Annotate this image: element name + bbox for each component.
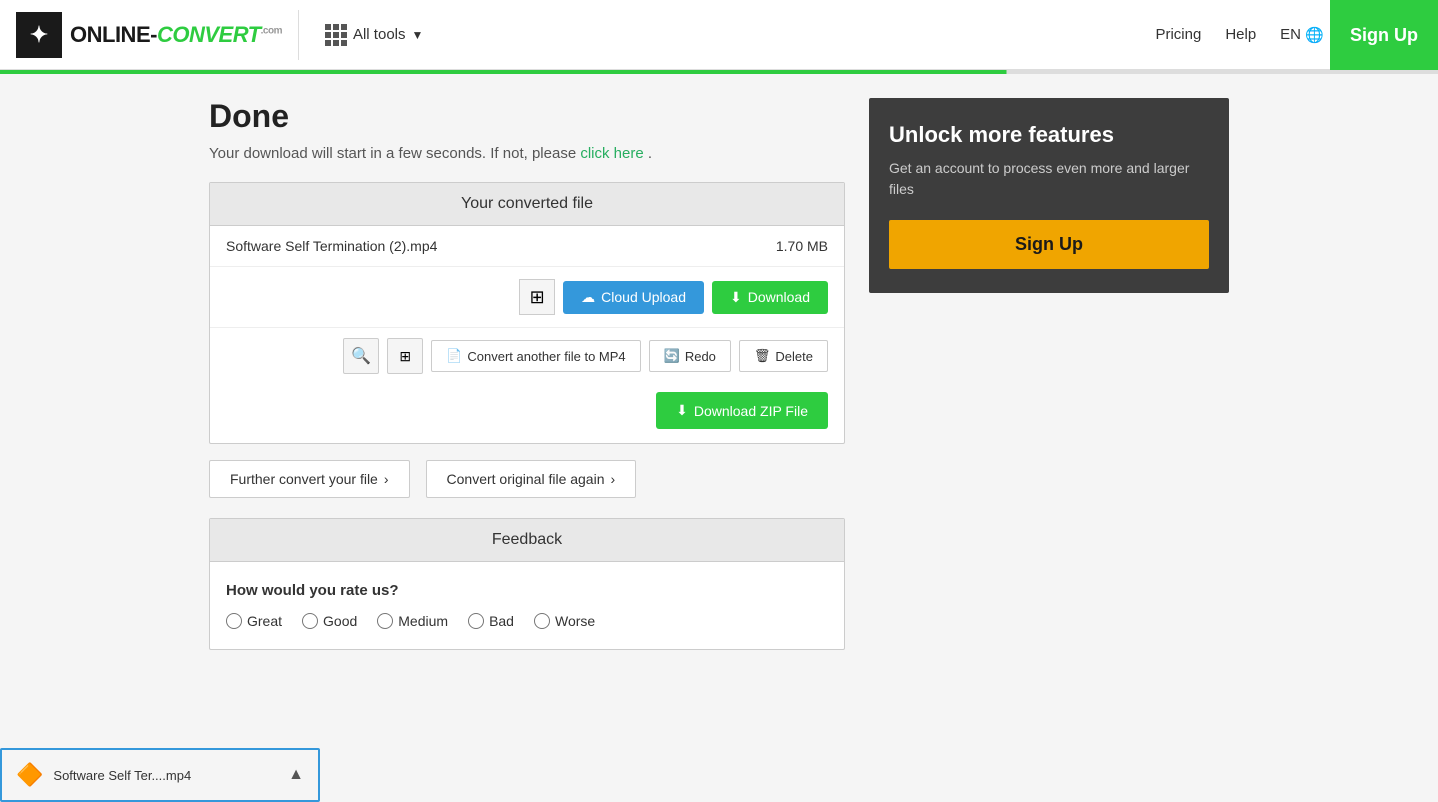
chevron-right-icon: › — [384, 471, 389, 487]
sidebar: Unlock more features Get an account to p… — [869, 98, 1229, 650]
logo[interactable]: ✦ ONLINE-CONVERT.com — [16, 12, 282, 58]
main-content: Done Your download will start in a few s… — [169, 74, 1269, 674]
radio-medium[interactable] — [377, 613, 393, 629]
logo-text: ONLINE-CONVERT.com — [70, 22, 282, 48]
search-button[interactable]: 🔍 — [343, 338, 379, 374]
unlock-desc: Get an account to process even more and … — [889, 158, 1209, 200]
radio-worse[interactable] — [534, 613, 550, 629]
pricing-link[interactable]: Pricing — [1155, 26, 1201, 43]
qr-small-button[interactable]: ⊞ — [387, 338, 423, 374]
action-row: ⊞ ☁ Cloud Upload ⬇ Download — [210, 267, 844, 328]
download-icon: ⬇ — [730, 289, 742, 306]
subtitle: Your download will start in a few second… — [209, 145, 845, 162]
vlc-icon: 🔶 — [16, 762, 43, 788]
header-divider — [298, 10, 299, 60]
feedback-box: Feedback How would you rate us? Great Go… — [209, 518, 845, 650]
unlock-title: Unlock more features — [889, 122, 1209, 148]
radio-good[interactable] — [302, 613, 318, 629]
page-title: Done — [209, 98, 845, 135]
qr-small-icon: ⊞ — [399, 348, 411, 365]
language-button[interactable]: EN 🌐 — [1280, 26, 1324, 44]
trash-icon: 🗑 — [754, 348, 771, 364]
cloud-upload-button[interactable]: ☁ Cloud Upload — [563, 281, 704, 314]
radio-bad[interactable] — [468, 613, 484, 629]
file-name: Software Self Termination (2).mp4 — [226, 238, 437, 254]
further-row: Further convert your file › Convert orig… — [209, 460, 845, 498]
feedback-body: How would you rate us? Great Good Medium — [210, 562, 844, 649]
converted-file-box: Your converted file Software Self Termin… — [209, 182, 845, 444]
feedback-header: Feedback — [210, 519, 844, 562]
header: ✦ ONLINE-CONVERT.com All tools ▼ Pricing… — [0, 0, 1438, 70]
download-bar: 🔶 Software Self Ter....mp4 ▲ — [0, 748, 320, 802]
globe-icon: 🌐 — [1305, 26, 1324, 44]
search-icon: 🔍 — [351, 346, 371, 366]
content-area: Done Your download will start in a few s… — [209, 98, 845, 650]
redo-icon: 🔄 — [664, 348, 680, 364]
all-tools-label: All tools — [353, 26, 406, 43]
delete-button[interactable]: 🗑 Delete — [739, 340, 828, 372]
download-button[interactable]: ⬇ Download — [712, 281, 828, 314]
file-info-row: Software Self Termination (2).mp4 1.70 M… — [210, 226, 844, 267]
file-icon: 📄 — [446, 348, 462, 364]
rating-good[interactable]: Good — [302, 613, 357, 629]
grid-icon — [325, 24, 347, 46]
redo-button[interactable]: 🔄 Redo — [649, 340, 731, 372]
rating-radio-group: Great Good Medium Bad — [226, 613, 828, 629]
chevron-right-icon-2: › — [611, 471, 616, 487]
unlock-features-box: Unlock more features Get an account to p… — [869, 98, 1229, 293]
radio-great[interactable] — [226, 613, 242, 629]
chevron-down-icon: ▼ — [412, 28, 424, 42]
file-size: 1.70 MB — [776, 238, 828, 254]
all-tools-button[interactable]: All tools ▼ — [315, 18, 433, 52]
converted-file-header: Your converted file — [210, 183, 844, 226]
feedback-question: How would you rate us? — [226, 582, 828, 599]
rating-medium[interactable]: Medium — [377, 613, 448, 629]
rating-worse[interactable]: Worse — [534, 613, 595, 629]
collapse-download-bar-button[interactable]: ▲ — [288, 766, 304, 784]
zip-download-icon: ⬇ — [676, 402, 688, 419]
convert-another-button[interactable]: 📄 Convert another file to MP4 — [431, 340, 640, 372]
logo-icon: ✦ — [16, 12, 62, 58]
download-zip-button[interactable]: ⬇ Download ZIP File — [656, 392, 828, 429]
further-convert-button[interactable]: Further convert your file › — [209, 460, 410, 498]
cloud-icon: ☁ — [581, 289, 595, 306]
svg-text:✦: ✦ — [30, 22, 48, 47]
qr-icon: ⊞ — [530, 287, 545, 308]
rating-bad[interactable]: Bad — [468, 613, 514, 629]
rating-great[interactable]: Great — [226, 613, 282, 629]
sidebar-signup-button[interactable]: Sign Up — [889, 220, 1209, 269]
tools-row: 🔍 ⊞ 📄 Convert another file to MP4 🔄 Redo… — [210, 328, 844, 384]
click-here-link[interactable]: click here — [580, 145, 643, 162]
help-link[interactable]: Help — [1225, 26, 1256, 43]
signup-button[interactable]: Sign Up — [1330, 0, 1438, 70]
qr-code-button[interactable]: ⊞ — [519, 279, 555, 315]
convert-original-button[interactable]: Convert original file again › — [426, 460, 637, 498]
download-bar-filename: Software Self Ter....mp4 — [53, 768, 278, 783]
zip-row: ⬇ Download ZIP File — [210, 384, 844, 443]
